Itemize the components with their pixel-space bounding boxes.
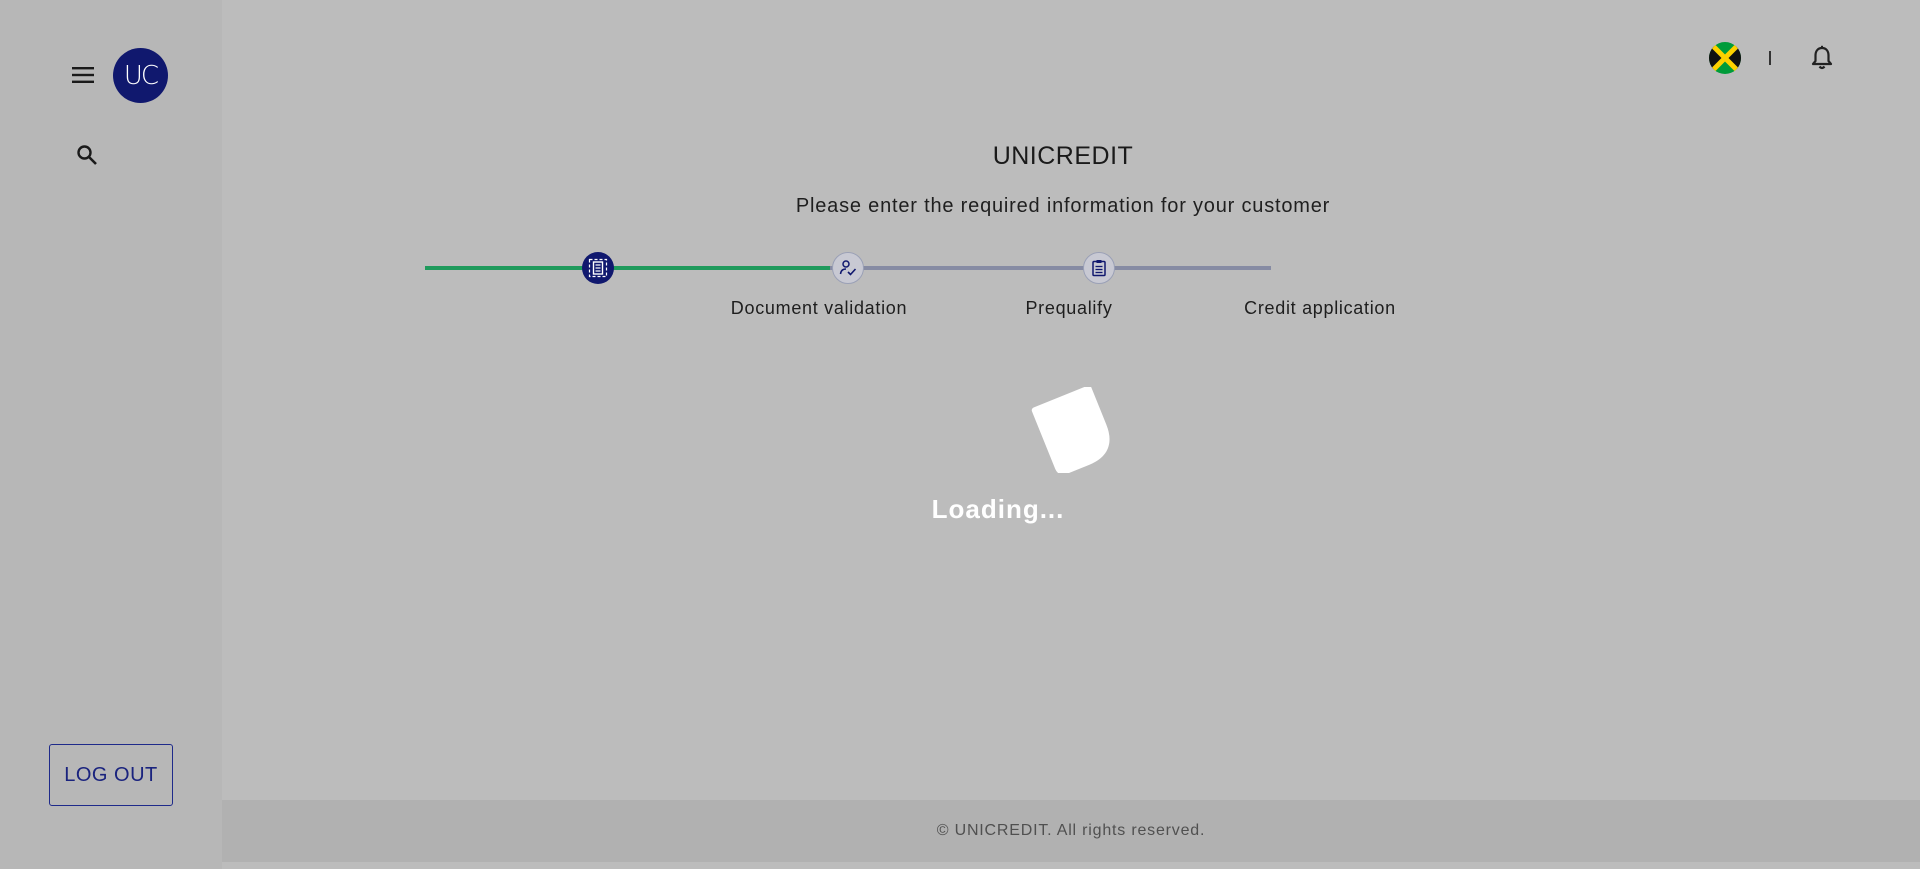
jamaica-flag-icon[interactable] [1709,42,1741,74]
sidebar: UC LOG OUT [0,0,222,869]
progress-stepper: Document validation Prequalify Credit ap… [425,250,1395,330]
document-icon [588,258,608,278]
page-title-wrap: UNICREDIT [0,142,1920,171]
page-subtitle: Please enter the required information fo… [795,195,1331,217]
step-label-document-validation: Document validation [730,298,908,318]
clipboard-icon [1092,260,1106,277]
step-credit-application[interactable] [1083,252,1115,284]
page-subtitle-wrap: Please enter the required information fo… [0,195,1920,218]
top-right-toolbar [1709,42,1836,74]
footer: © UNICREDIT. All rights reserved. [222,800,1920,862]
step-label-credit-application: Credit application [1244,298,1396,318]
stepper-track-completed [425,266,830,270]
toolbar-divider [1769,51,1771,65]
step-label-prequalify: Prequalify [1025,298,1113,318]
loading-spinner-icon [1031,387,1110,473]
brand-logo-text: UC [123,60,159,91]
hamburger-menu-icon[interactable] [68,60,98,90]
page-title: UNICREDIT [992,142,1134,170]
step-prequalify[interactable] [832,252,864,284]
brand-logo: UC [113,48,168,103]
stepper-track-pending [830,266,1271,270]
logout-button[interactable]: LOG OUT [49,744,173,806]
copyright-text: © UNICREDIT. All rights reserved. [936,822,1206,839]
loading-text: Loading... [931,494,1065,524]
loading-text-wrap: Loading... [0,494,1920,525]
notification-bell-icon[interactable] [1808,44,1836,72]
person-check-icon [839,260,857,276]
step-document-validation[interactable] [582,252,614,284]
